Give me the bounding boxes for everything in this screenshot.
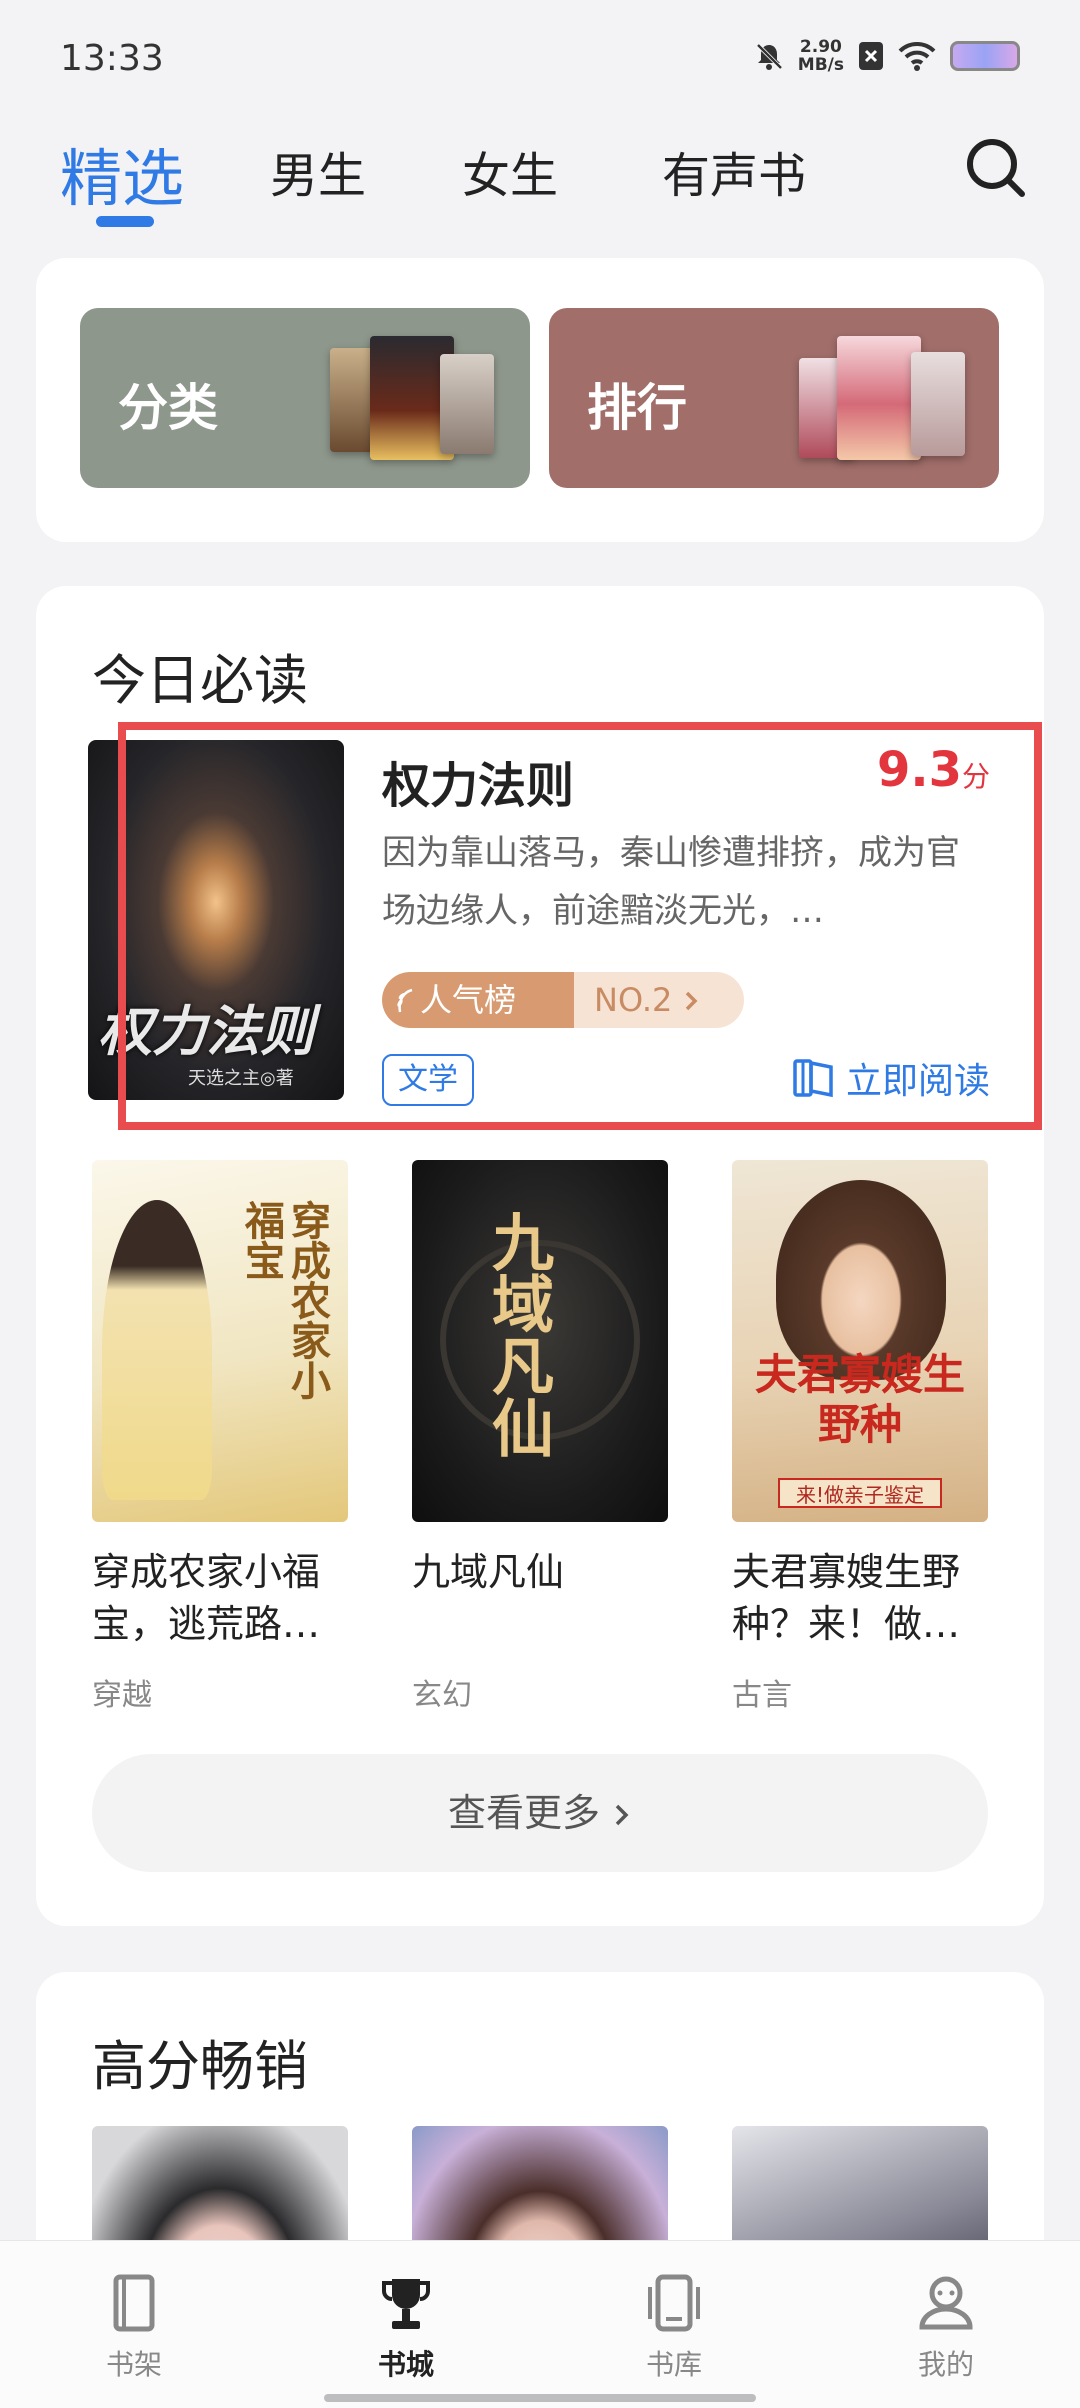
section-title: 高分畅销 [92, 2035, 308, 2098]
nav-profile[interactable]: 我的 [876, 2271, 1016, 2383]
active-tab-indicator [96, 216, 154, 227]
status-icons: 2.90 MB/s [754, 38, 1020, 74]
book-title: 夫君寡嫂生野种？来！做… [732, 1550, 961, 1646]
nav-bookstore[interactable]: 书城 [336, 2271, 476, 2383]
battery-icon [950, 41, 1020, 71]
book-item[interactable]: 穿成农家小福宝 穿成农家小福宝，逃荒路… 穿越 [92, 1160, 348, 1714]
nav-bookshelf[interactable]: 书架 [64, 2271, 204, 2383]
today-must-read-card: 今日必读 权力法则 天选之主◎著 权力法则 9.3分 因为靠山落马，秦山惨遭排挤… [36, 586, 1044, 1926]
mute-bell-icon [756, 43, 783, 70]
bookshelf-icon [113, 2274, 155, 2332]
ranking-label: 排行 [587, 379, 687, 437]
book-genre: 穿越 [92, 1678, 152, 1713]
search-icon[interactable] [960, 132, 1032, 204]
book-item[interactable]: 九域凡仙 九域凡仙 玄幻 [412, 1160, 668, 1714]
status-time: 13:33 [60, 38, 164, 79]
profile-icon [919, 2276, 973, 2330]
tab-female[interactable]: 女生 [462, 136, 558, 206]
category-button[interactable]: 分类 [80, 308, 530, 488]
highlight-box [118, 722, 1042, 1130]
ranking-button[interactable]: 排行 [549, 308, 999, 488]
book-title: 穿成农家小福宝，逃荒路… [92, 1550, 321, 1646]
ranking-cover-image [837, 336, 921, 460]
bottom-nav: 书架 书城 书库 我的 [0, 2240, 1080, 2408]
book-cover: 穿成农家小福宝 [92, 1160, 348, 1522]
ranking-cover-image [911, 352, 965, 456]
library-icon [648, 2274, 700, 2332]
book-item[interactable]: 夫君寡嫂生野种 来!做亲子鉴定 夫君寡嫂生野种？来！做… 古言 [732, 1160, 988, 1714]
tab-audiobook[interactable]: 有声书 [662, 136, 806, 206]
nav-library[interactable]: 书库 [604, 2271, 744, 2383]
book-genre: 玄幻 [412, 1678, 472, 1713]
tab-male[interactable]: 男生 [270, 136, 366, 206]
chevron-right-icon [615, 1804, 629, 1826]
section-title: 今日必读 [92, 649, 308, 712]
tab-featured[interactable]: 精选 [60, 128, 184, 218]
top-tabs: 精选 男生 女生 有声书 [0, 120, 1080, 240]
trophy-icon [382, 2279, 430, 2329]
category-label: 分类 [118, 379, 218, 437]
category-cover-image [440, 354, 494, 454]
home-indicator[interactable] [324, 2394, 756, 2402]
shortcuts-card: 分类 排行 [36, 258, 1044, 542]
net-speed: 2.90 MB/s [797, 37, 844, 75]
status-bar: 13:33 2.90 MB/s [0, 0, 1080, 120]
see-more-button[interactable]: 查看更多 [92, 1754, 988, 1872]
wifi-icon [898, 41, 936, 71]
book-title: 九域凡仙 [412, 1550, 565, 1594]
sim-off-icon [859, 42, 883, 70]
book-cover: 九域凡仙 [412, 1160, 668, 1522]
book-genre: 古言 [732, 1678, 792, 1713]
book-cover: 夫君寡嫂生野种 来!做亲子鉴定 [732, 1160, 988, 1522]
